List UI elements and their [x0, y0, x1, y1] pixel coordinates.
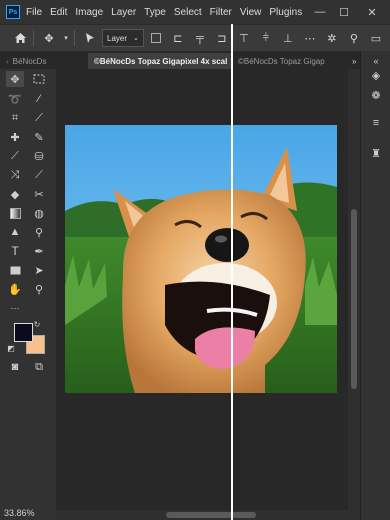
close-button[interactable]: ✕: [358, 0, 386, 24]
gradient-tool-icon[interactable]: [6, 205, 24, 221]
right-panel-dock: « ◈ ❁ ≡ ♜: [360, 51, 390, 520]
hand-tool-icon[interactable]: ✋: [6, 281, 24, 297]
adjustments-panel-icon[interactable]: ≡: [367, 115, 385, 131]
eyedropper-tool-icon[interactable]: ⟋: [30, 110, 48, 126]
type-tool-icon[interactable]: T: [6, 243, 24, 259]
align-bottom-icon[interactable]: ⊥: [278, 28, 298, 48]
tools-panel: ✥ ➰ ⁄ ⌗ ⟋ ✚ ✎ ⟋ ⛁ ⤨ ⟋ ◆ ✂ ◍ ▲ ⚲ T ✒ ➤ ✋ …: [0, 69, 57, 520]
menu-filter[interactable]: Filter: [210, 7, 232, 18]
dodge-tool-icon[interactable]: ⚲: [30, 224, 48, 240]
history-brush-tool-icon[interactable]: ⤨: [6, 167, 24, 183]
layers-panel-icon[interactable]: ◈: [367, 67, 385, 83]
divider: [33, 30, 34, 46]
3d-mode-icon[interactable]: ✲: [322, 28, 342, 48]
zoom-level[interactable]: 33.86%: [4, 508, 35, 518]
workspace-icon[interactable]: ▭: [366, 28, 386, 48]
menu-file[interactable]: File: [26, 7, 42, 18]
maximize-button[interactable]: ☐: [330, 0, 358, 24]
healing-brush-tool-icon[interactable]: ✚: [6, 129, 24, 145]
channels-panel-icon[interactable]: ❁: [367, 87, 385, 103]
zoom-tool-icon[interactable]: ⚲: [30, 281, 48, 297]
align-top-icon[interactable]: ⊤: [234, 28, 254, 48]
chevron-down-icon[interactable]: ▾: [61, 28, 71, 48]
path-selection-icon[interactable]: ➤: [30, 262, 48, 278]
eraser-tool-icon[interactable]: ◆: [6, 186, 24, 202]
horizontal-scroll-thumb[interactable]: [166, 512, 256, 518]
align-center-icon[interactable]: ╤: [190, 28, 210, 48]
tab-label: ©BéNocDs Topaz Gigap: [238, 56, 325, 66]
chevron-down-icon: ⌄: [133, 35, 139, 42]
marquee-tool-icon[interactable]: [30, 71, 48, 87]
layer-select-value: Layer: [107, 33, 128, 43]
default-colors-icon[interactable]: ◩: [6, 343, 16, 353]
crop-tool-icon[interactable]: ⌗: [6, 110, 24, 126]
more-options-icon[interactable]: ⋯: [300, 28, 320, 48]
tab-label: BéNocDs: [12, 56, 47, 66]
menu-plugins[interactable]: Plugins: [269, 7, 302, 18]
move-tool-icon[interactable]: ✥: [39, 28, 59, 48]
quick-mask-icon[interactable]: ◙: [6, 359, 24, 375]
show-transform-controls-checkbox[interactable]: [146, 28, 166, 48]
menu-type[interactable]: Type: [144, 7, 166, 18]
vertical-scrollbar[interactable]: [348, 69, 360, 510]
photoshop-app-icon[interactable]: Ps: [6, 5, 20, 19]
status-bar: 33.86%: [0, 506, 60, 520]
chevron-left-icon: ‹: [6, 56, 9, 66]
move-tool-icon[interactable]: ✥: [6, 71, 24, 87]
stamp-tool-icon[interactable]: ⛁: [30, 148, 48, 164]
menu-edit[interactable]: Edit: [50, 7, 67, 18]
art-history-brush-icon[interactable]: ⟋: [30, 167, 48, 183]
pen-tool-icon[interactable]: ✒: [30, 243, 48, 259]
brush-tool-icon[interactable]: ⟋: [6, 148, 24, 164]
blur-tool-icon[interactable]: ▲: [6, 224, 24, 240]
menu-bar: Ps File Edit Image Layer Type Select Fil…: [0, 0, 390, 24]
tab-document-active[interactable]: ©BéNocDs Topaz Gigapixel 4x scal: [88, 53, 232, 69]
dog-photo: [65, 125, 337, 393]
stamp-panel-icon[interactable]: ♜: [367, 145, 385, 161]
comparison-divider[interactable]: [231, 24, 233, 520]
align-left-icon[interactable]: ⊏: [168, 28, 188, 48]
more-tools-icon[interactable]: ⋯: [6, 300, 24, 316]
horizontal-scrollbar[interactable]: [56, 510, 360, 520]
background-eraser-icon[interactable]: ✂: [30, 186, 48, 202]
menu-layer[interactable]: Layer: [111, 7, 136, 18]
lasso-tool-icon[interactable]: ➰: [6, 91, 24, 107]
canvas-area[interactable]: [56, 69, 348, 510]
home-icon[interactable]: [10, 28, 30, 48]
rectangle-tool-icon[interactable]: [6, 262, 24, 278]
menu-view[interactable]: View: [240, 7, 262, 18]
menu-select[interactable]: Select: [174, 7, 202, 18]
pencil-tool-icon[interactable]: ✎: [30, 129, 48, 145]
options-bar: ✥ ▾ Layer ⌄ ⊏ ╤ ⊐ ⊤ ⫩ ⊥ ⋯ ✲ ⚲ ▭: [0, 24, 390, 52]
auto-select-layer-dropdown[interactable]: Layer ⌄: [102, 29, 144, 47]
document-image[interactable]: [65, 125, 337, 393]
swap-colors-icon[interactable]: ↻: [32, 319, 42, 329]
tab-document-1[interactable]: ‹ BéNocDs: [0, 53, 88, 69]
vertical-scroll-thumb[interactable]: [351, 209, 357, 389]
tab-document-3[interactable]: ©BéNocDs Topaz Gigap: [232, 53, 352, 69]
auto-select-icon[interactable]: [80, 28, 100, 48]
document-tab-bar: ‹ BéNocDs ©BéNocDs Topaz Gigapixel 4x sc…: [0, 51, 390, 69]
divider: [74, 30, 75, 46]
tab-label: ©BéNocDs Topaz Gigapixel 4x scal: [94, 56, 228, 66]
magic-wand-tool-icon[interactable]: ⁄: [30, 91, 48, 107]
align-right-icon[interactable]: ⊐: [212, 28, 232, 48]
paint-bucket-icon[interactable]: ◍: [30, 205, 48, 221]
menu-image[interactable]: Image: [75, 7, 103, 18]
foreground-color-swatch[interactable]: [14, 323, 33, 342]
align-middle-icon[interactable]: ⫩: [256, 28, 276, 48]
screen-mode-icon[interactable]: ⧉: [30, 359, 48, 375]
search-icon[interactable]: ⚲: [344, 28, 364, 48]
